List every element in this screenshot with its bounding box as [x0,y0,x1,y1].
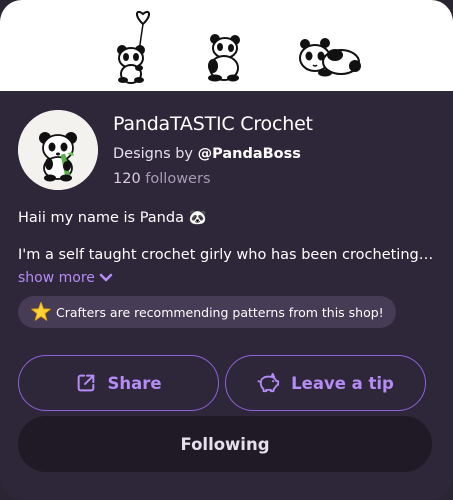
show-more-link[interactable]: show more [18,270,113,286]
show-more-label: show more [18,270,95,286]
share-label: Share [107,373,162,393]
designer-line: Designs by @PandaBoss [113,146,301,162]
leave-tip-button[interactable]: Leave a tip [225,355,426,411]
leave-tip-label: Leave a tip [291,373,394,393]
recommendation-badge: Crafters are recommending patterns from … [18,296,396,328]
following-label: Following [180,434,270,454]
shop-avatar[interactable] [18,110,98,190]
following-button[interactable]: Following [18,416,432,472]
panda-lying-illustration [299,38,361,77]
piggy-bank-icon [257,372,280,393]
shop-name: PandaTASTIC Crochet [113,113,313,135]
bio-greeting: Haii my name is Panda 🐼 [18,210,207,226]
panda-balloon-illustration [117,10,150,84]
followers-label: followers [145,171,211,187]
panda-bamboo-avatar-icon [18,110,98,190]
shop-banner [0,0,453,91]
designer-handle-link[interactable]: @PandaBoss [198,146,301,162]
followers-count: 120 [113,171,141,187]
share-icon [78,374,95,392]
shop-profile-card: PandaTASTIC Crochet Designs by @PandaBos… [0,0,453,500]
designs-by-label: Designs by [113,146,194,162]
bio-about-text: I'm a self taught crochet girly who has … [18,247,436,263]
share-button[interactable]: Share [18,355,219,411]
panda-sitting-illustration [208,34,240,82]
recommendation-text: Crafters are recommending patterns from … [56,304,384,320]
chevron-down-icon [99,273,113,282]
followers-line: 120 followers [113,171,211,187]
star-icon [31,301,51,321]
